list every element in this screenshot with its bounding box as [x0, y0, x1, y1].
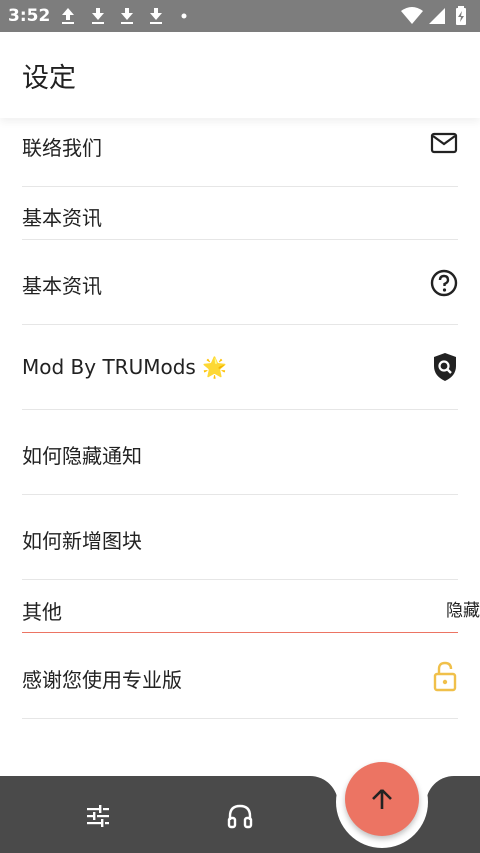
hide-notification-label: 如何隐藏通知 [22, 444, 142, 468]
download-icon [121, 8, 133, 24]
thanks-pro-item[interactable]: 感谢您使用专业版 [22, 633, 458, 719]
section-header-basic-info: 基本资讯 [22, 186, 458, 240]
arrow-up-icon [372, 789, 392, 809]
app-bar: 设定 [0, 32, 480, 118]
section-basic-info-label: 基本资讯 [22, 206, 102, 230]
headphones-icon[interactable] [226, 803, 254, 829]
signal-icon [429, 8, 445, 24]
status-system-icons [400, 6, 470, 26]
mail-icon [430, 132, 458, 154]
add-tile-label: 如何新增图块 [22, 529, 142, 553]
section-header-other: 其他 隐藏 [22, 579, 480, 633]
mod-by-label: Mod By TRUMods 🌟 [22, 355, 228, 379]
page-title: 设定 [22, 63, 76, 94]
mod-by-item[interactable]: Mod By TRUMods 🌟 [22, 324, 458, 410]
basic-info-label: 基本资讯 [22, 274, 102, 298]
scroll-top-fab[interactable] [345, 762, 419, 836]
upload-icon [62, 8, 74, 24]
download-icon [150, 8, 162, 24]
download-icon [92, 8, 104, 24]
more-notifications-dot-icon [181, 13, 187, 19]
shield-search-icon [434, 353, 456, 381]
battery-icon [456, 6, 466, 25]
hide-notification-item[interactable]: 如何隐藏通知 [22, 409, 458, 495]
lock-open-icon [433, 661, 457, 692]
tune-sliders-icon[interactable] [85, 803, 111, 829]
status-bar: 3:52 [0, 0, 480, 32]
status-time: 3:52 [8, 6, 51, 26]
section-other-label: 其他 [22, 600, 62, 624]
basic-info-item[interactable]: 基本资讯 [22, 239, 458, 325]
contact-us-label: 联络我们 [22, 136, 102, 160]
help-circle-icon [430, 269, 458, 297]
thanks-pro-label: 感谢您使用专业版 [22, 668, 182, 692]
hide-section-button[interactable]: 隐藏 [446, 596, 480, 621]
contact-us-item[interactable]: 联络我们 [22, 118, 458, 187]
wifi-icon [401, 7, 423, 24]
add-tile-item[interactable]: 如何新增图块 [22, 494, 458, 580]
